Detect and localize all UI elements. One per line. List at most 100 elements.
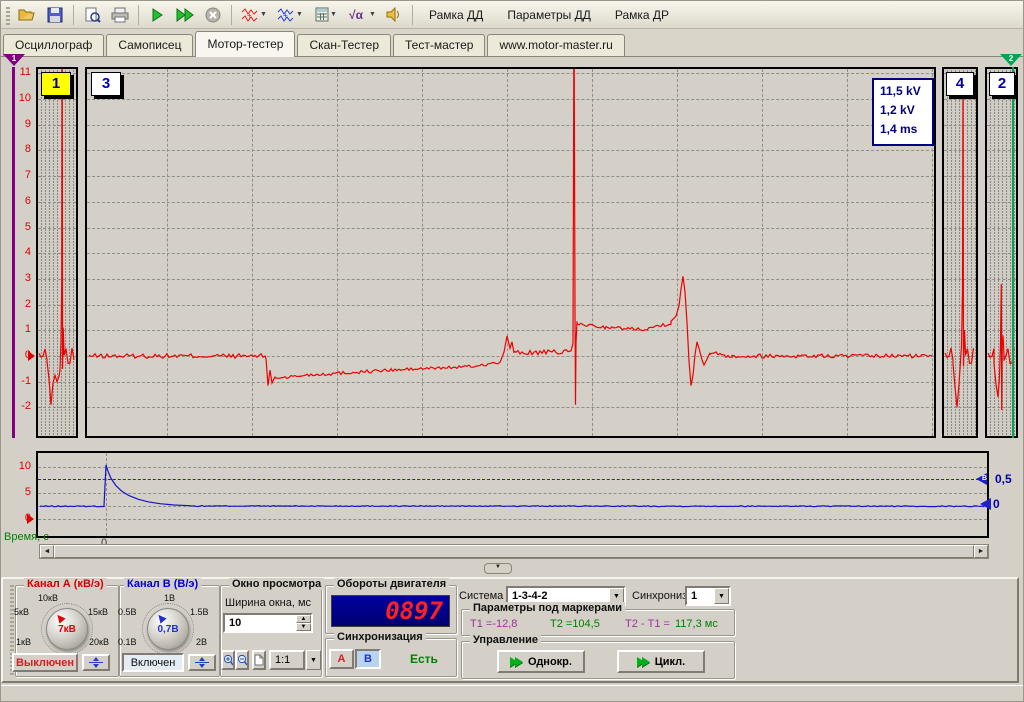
- time-marker-1-line[interactable]: [12, 67, 15, 438]
- channel-b-range-value: 0,7В: [148, 609, 188, 649]
- cylinder-1-panel: [36, 67, 78, 438]
- sync-channel-a-button[interactable]: А: [329, 649, 354, 669]
- spinner-up-icon[interactable]: ▲: [296, 615, 311, 623]
- calculator-menu-button[interactable]: ▼: [309, 3, 343, 27]
- cylinder-3-tag[interactable]: 3: [91, 72, 121, 96]
- tab-website[interactable]: www.motor-master.ru: [487, 34, 624, 56]
- marker-t2-value: Т2 =104,5: [550, 618, 600, 630]
- channel-b-range-knob[interactable]: 0,7В: [147, 608, 189, 650]
- cylinder-1-tag[interactable]: 1: [41, 72, 71, 96]
- collapse-panel-button[interactable]: ▼: [484, 563, 512, 574]
- system-label: Система: [459, 590, 503, 602]
- tab-recorder[interactable]: Самописец: [106, 34, 193, 56]
- timeline-scrollbar[interactable]: ◄ ►: [39, 544, 989, 559]
- peak-voltage-value: 11,5 kV: [880, 82, 932, 101]
- printer-icon: [111, 7, 129, 23]
- axis-tick-label: 5: [13, 486, 31, 498]
- timeline-zero-marker[interactable]: [980, 498, 991, 510]
- scrollbar-right-arrow[interactable]: ►: [974, 545, 988, 558]
- toolbar-separator: [138, 5, 139, 25]
- single-run-label: Однокр.: [528, 656, 572, 668]
- red-signal-menu-button[interactable]: + ▼: [237, 3, 271, 27]
- spinner-down-icon[interactable]: ▼: [296, 623, 311, 631]
- document-icon: [254, 654, 264, 666]
- zoom-ratio-select[interactable]: 1:1: [269, 650, 305, 670]
- run-button[interactable]: [144, 3, 170, 27]
- knob-a-tick-1: 1кВ: [16, 637, 31, 647]
- sync-level-line[interactable]: [38, 479, 979, 480]
- zoom-out-icon: [237, 654, 247, 666]
- blue-signal-menu-button[interactable]: + ▼: [273, 3, 307, 27]
- cylinder-4-panel: [942, 67, 978, 438]
- system-value: 1-3-4-2: [508, 590, 609, 602]
- channel-a-range-knob[interactable]: 7кВ: [46, 608, 88, 650]
- knob-a-tick-20: 20кВ: [89, 637, 109, 647]
- cylinder-2-tag[interactable]: 2: [989, 72, 1015, 96]
- scrollbar-thumb[interactable]: [54, 545, 974, 558]
- marker-measurements-box: 11,5 kV 1,2 kV 1,4 ms: [872, 78, 934, 146]
- window-width-input[interactable]: 10 ▲ ▼: [223, 613, 313, 633]
- timeline-panel: [36, 451, 989, 538]
- channel-b-state-button[interactable]: Включен: [122, 653, 184, 672]
- zero-level-arrow-timeline[interactable]: [27, 514, 34, 524]
- zero-level-arrow-main[interactable]: [28, 351, 35, 361]
- tab-scan-tester[interactable]: Скан-Тестер: [297, 34, 391, 56]
- knob-b-tick-2: 2В: [196, 637, 207, 647]
- menu-ramka-dr[interactable]: Рамка ДР: [603, 4, 681, 26]
- knob-a-tick-10: 10кВ: [38, 593, 58, 603]
- math-menu-button[interactable]: √α ▼: [345, 3, 379, 27]
- cylinder-1-waveform: [38, 69, 76, 436]
- save-button[interactable]: [42, 3, 68, 27]
- rpm-display: 0897: [331, 595, 450, 627]
- scrollbar-left-arrow[interactable]: ◄: [40, 545, 54, 558]
- print-button[interactable]: [107, 3, 133, 27]
- play-icon: [150, 8, 164, 22]
- sync-channel-b-button[interactable]: В: [355, 649, 381, 669]
- channel-a-position-button[interactable]: [82, 654, 110, 671]
- toolbar-separator: [73, 5, 74, 25]
- zoom-ratio-caret[interactable]: ▼: [306, 650, 321, 670]
- dropdown-caret-icon: ▼: [369, 11, 376, 18]
- single-run-button[interactable]: Однокр.: [497, 650, 585, 673]
- zoom-in-button[interactable]: [221, 650, 235, 670]
- preview-button[interactable]: [79, 3, 105, 27]
- sync-group: Синхронизация А В Есть: [325, 638, 457, 677]
- sync-source-select[interactable]: 1 ▼: [685, 586, 731, 606]
- floppy-icon: [47, 7, 63, 23]
- channel-a-range-value: 7кВ: [47, 609, 87, 649]
- marker-dt-value: 117,3 мс: [675, 618, 718, 630]
- tab-test-master[interactable]: Тест-мастер: [393, 34, 485, 56]
- open-button[interactable]: [14, 3, 40, 27]
- menu-ramka-dd[interactable]: Рамка ДД: [417, 4, 495, 26]
- dropdown-caret-icon: ▼: [330, 11, 337, 18]
- cycle-run-button[interactable]: Цикл.: [617, 650, 705, 673]
- svg-text:√α: √α: [349, 8, 364, 22]
- sync-source-caret[interactable]: ▼: [714, 588, 729, 604]
- stop-button[interactable]: [200, 3, 226, 27]
- channel-b-position-button[interactable]: [188, 654, 216, 671]
- dropdown-caret-icon: ▼: [260, 11, 267, 18]
- view-window-title: Окно просмотра: [229, 578, 324, 590]
- toolbar: + ▼ + ▼ ▼ √α ▼ Рамка ДД Параметры ДД Рам…: [1, 1, 1024, 29]
- knob-b-tick-15: 1.5В: [190, 607, 209, 617]
- status-bar: [1, 685, 1024, 702]
- rpm-group: Обороты двигателя 0897: [325, 585, 457, 634]
- run-continuous-button[interactable]: [172, 3, 198, 27]
- new-view-button[interactable]: [252, 650, 266, 670]
- marker-t1-value: Т1 =-12,8: [470, 618, 517, 630]
- window-width-spinner[interactable]: ▲ ▼: [296, 615, 311, 631]
- zoom-out-button[interactable]: [235, 650, 249, 670]
- time-marker-2-flag[interactable]: 2: [1000, 54, 1022, 66]
- sound-button[interactable]: [381, 3, 407, 27]
- time-marker-2-line[interactable]: [1012, 67, 1014, 438]
- control-group: Управление Однокр. Цикл.: [461, 641, 735, 679]
- tab-motor-tester[interactable]: Мотор-тестер: [195, 31, 295, 57]
- channel-a-state-button[interactable]: Выключен: [12, 653, 78, 672]
- knob-a-tick-15: 15кВ: [88, 607, 108, 617]
- time-marker-1-flag[interactable]: 1: [3, 54, 25, 66]
- toolbar-grip[interactable]: [6, 5, 10, 25]
- tab-oscillograph[interactable]: Осциллограф: [3, 34, 104, 56]
- preview-icon: [84, 7, 101, 23]
- cylinder-4-tag[interactable]: 4: [946, 72, 974, 96]
- menu-parametry-dd[interactable]: Параметры ДД: [495, 4, 603, 26]
